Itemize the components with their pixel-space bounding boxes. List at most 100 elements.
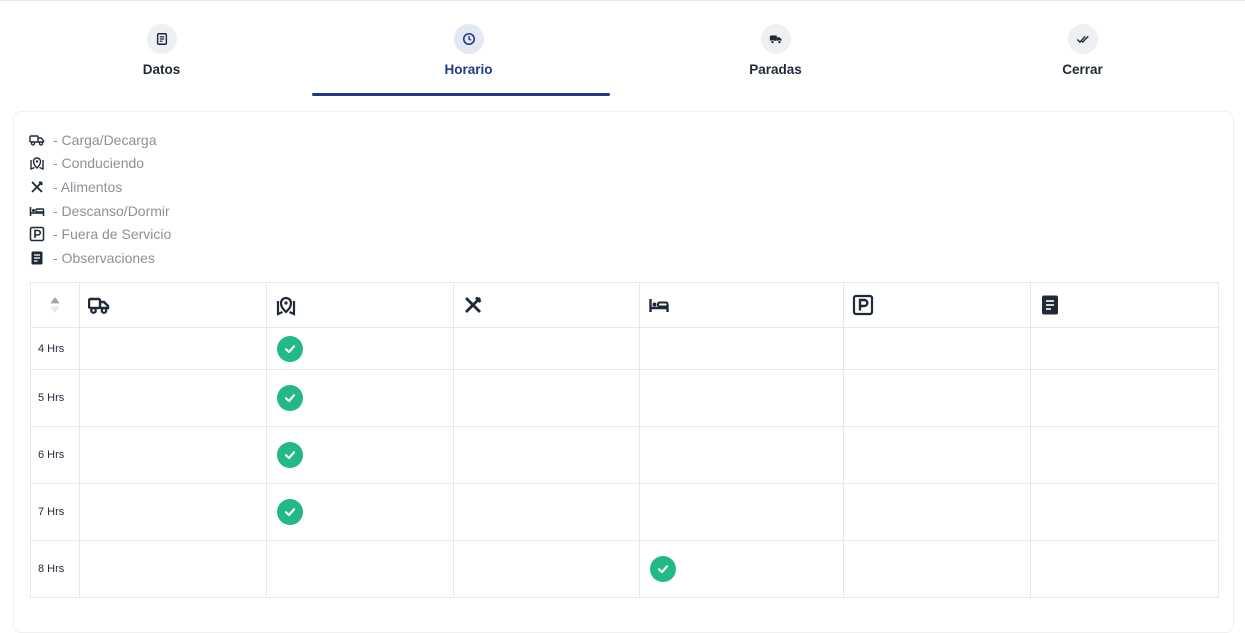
- hours-cell: 6 Hrs: [31, 427, 80, 483]
- check-cell[interactable]: [1031, 484, 1218, 540]
- check-cell[interactable]: [1031, 328, 1218, 369]
- step-circle: [760, 24, 791, 54]
- utensils-icon: [31, 180, 43, 193]
- parking-icon: [29, 226, 45, 242]
- check-cell[interactable]: [844, 484, 1031, 540]
- check-cell[interactable]: [640, 370, 844, 426]
- check-cell[interactable]: [80, 484, 267, 540]
- check-circle-icon: [277, 335, 303, 362]
- step-label: Paradas: [749, 62, 802, 77]
- check-cell[interactable]: [1031, 541, 1218, 597]
- legend-label: - Alimentos: [53, 178, 123, 195]
- table-row: 7 Hrs: [31, 484, 1218, 541]
- check-cell[interactable]: [1031, 370, 1218, 426]
- check-cell[interactable]: [1031, 427, 1218, 483]
- check-cell[interactable]: [454, 541, 640, 597]
- step-datos[interactable]: Datos: [8, 24, 315, 100]
- legend-item: - Observaciones: [29, 246, 171, 270]
- check-cell[interactable]: [80, 370, 267, 426]
- bed-icon: [29, 206, 45, 216]
- table-row: 6 Hrs: [31, 427, 1218, 484]
- check-cell[interactable]: [844, 541, 1031, 597]
- column-header-alimentos: [454, 283, 640, 327]
- sort-icon[interactable]: [44, 294, 66, 316]
- step-cerrar[interactable]: Cerrar: [929, 24, 1236, 100]
- check-cell[interactable]: [844, 328, 1031, 369]
- check-circle-icon: [277, 499, 303, 525]
- step-circle: [1067, 24, 1098, 54]
- legend-label: - Descanso/Dormir: [53, 202, 170, 219]
- hours-cell: 8 Hrs: [31, 541, 80, 597]
- step-circle: [146, 24, 177, 54]
- notes-icon: [1042, 295, 1058, 315]
- truck-icon: [88, 297, 110, 314]
- table-row: 4 Hrs: [31, 328, 1218, 370]
- check-cell[interactable]: [454, 484, 640, 540]
- legend-item: - Fuera de Servicio: [29, 222, 171, 246]
- document-icon: [156, 33, 167, 45]
- truck-icon: [769, 35, 782, 44]
- check-cell[interactable]: [267, 328, 454, 369]
- check-cell[interactable]: [267, 427, 454, 483]
- step-paradas[interactable]: Paradas: [622, 24, 929, 100]
- check-cell[interactable]: [80, 541, 267, 597]
- check-cell[interactable]: [80, 328, 267, 369]
- legend-label: - Fuera de Servicio: [53, 226, 172, 243]
- active-step-underline: [312, 93, 610, 96]
- hours-cell: 7 Hrs: [31, 484, 80, 540]
- check-cell[interactable]: [454, 427, 640, 483]
- check-cell[interactable]: [454, 328, 640, 369]
- column-header-fuera-servicio: [844, 283, 1031, 327]
- truck-icon: [29, 135, 45, 146]
- step-label: Horario: [444, 62, 493, 77]
- double-check-icon: [1076, 35, 1089, 44]
- legend-label: - Observaciones: [53, 249, 155, 266]
- column-header-conduciendo: [267, 283, 454, 327]
- column-header-descanso: [640, 283, 844, 327]
- schedule-table: 4 Hrs 5 Hrs 6 Hrs 7 Hrs 8 Hrs: [30, 282, 1219, 598]
- legend: - Carga/Decarga - Conduciendo - Alimento…: [29, 128, 171, 270]
- map-pin-icon: [30, 157, 44, 171]
- step-horario[interactable]: Horario: [315, 24, 622, 100]
- bed-icon: [649, 299, 669, 312]
- step-label: Cerrar: [1062, 62, 1103, 77]
- check-cell[interactable]: [267, 370, 454, 426]
- table-header-row: [31, 283, 1218, 328]
- legend-item: - Carga/Decarga: [29, 128, 171, 152]
- check-circle-icon: [277, 442, 303, 468]
- check-cell[interactable]: [640, 427, 844, 483]
- check-cell[interactable]: [844, 427, 1031, 483]
- stepper: Datos Horario Paradas Cerrar: [8, 0, 1236, 100]
- check-cell[interactable]: [844, 370, 1031, 426]
- check-cell[interactable]: [640, 328, 844, 369]
- utensils-icon: [465, 296, 482, 313]
- parking-icon: [852, 294, 874, 316]
- step-label: Datos: [142, 62, 181, 77]
- column-header-carga: [80, 283, 267, 327]
- check-cell[interactable]: [640, 541, 844, 597]
- check-circle-icon: [277, 385, 303, 411]
- check-cell[interactable]: [454, 370, 640, 426]
- hours-cell: 5 Hrs: [31, 370, 80, 426]
- table-body: 4 Hrs 5 Hrs 6 Hrs 7 Hrs 8 Hrs: [31, 328, 1218, 598]
- legend-label: - Carga/Decarga: [53, 131, 157, 148]
- legend-item: - Descanso/Dormir: [29, 199, 171, 223]
- column-header-observaciones: [1031, 283, 1218, 327]
- table-row: 5 Hrs: [31, 370, 1218, 427]
- legend-item: - Alimentos: [29, 175, 171, 199]
- legend-item: - Conduciendo: [29, 152, 171, 176]
- check-circle-icon: [650, 556, 676, 582]
- step-circle: [453, 24, 484, 54]
- notes-icon: [31, 251, 43, 265]
- map-pin-icon: [276, 296, 296, 316]
- legend-label: - Conduciendo: [53, 155, 145, 172]
- table-row: 8 Hrs: [31, 541, 1218, 598]
- check-cell[interactable]: [267, 484, 454, 540]
- hours-cell: 4 Hrs: [31, 328, 80, 369]
- schedule-card: - Carga/Decarga - Conduciendo - Alimento…: [13, 111, 1234, 633]
- check-cell[interactable]: [80, 427, 267, 483]
- check-cell[interactable]: [267, 541, 454, 597]
- clock-icon: [462, 32, 475, 46]
- hours-column-header[interactable]: [31, 283, 80, 327]
- check-cell[interactable]: [640, 484, 844, 540]
